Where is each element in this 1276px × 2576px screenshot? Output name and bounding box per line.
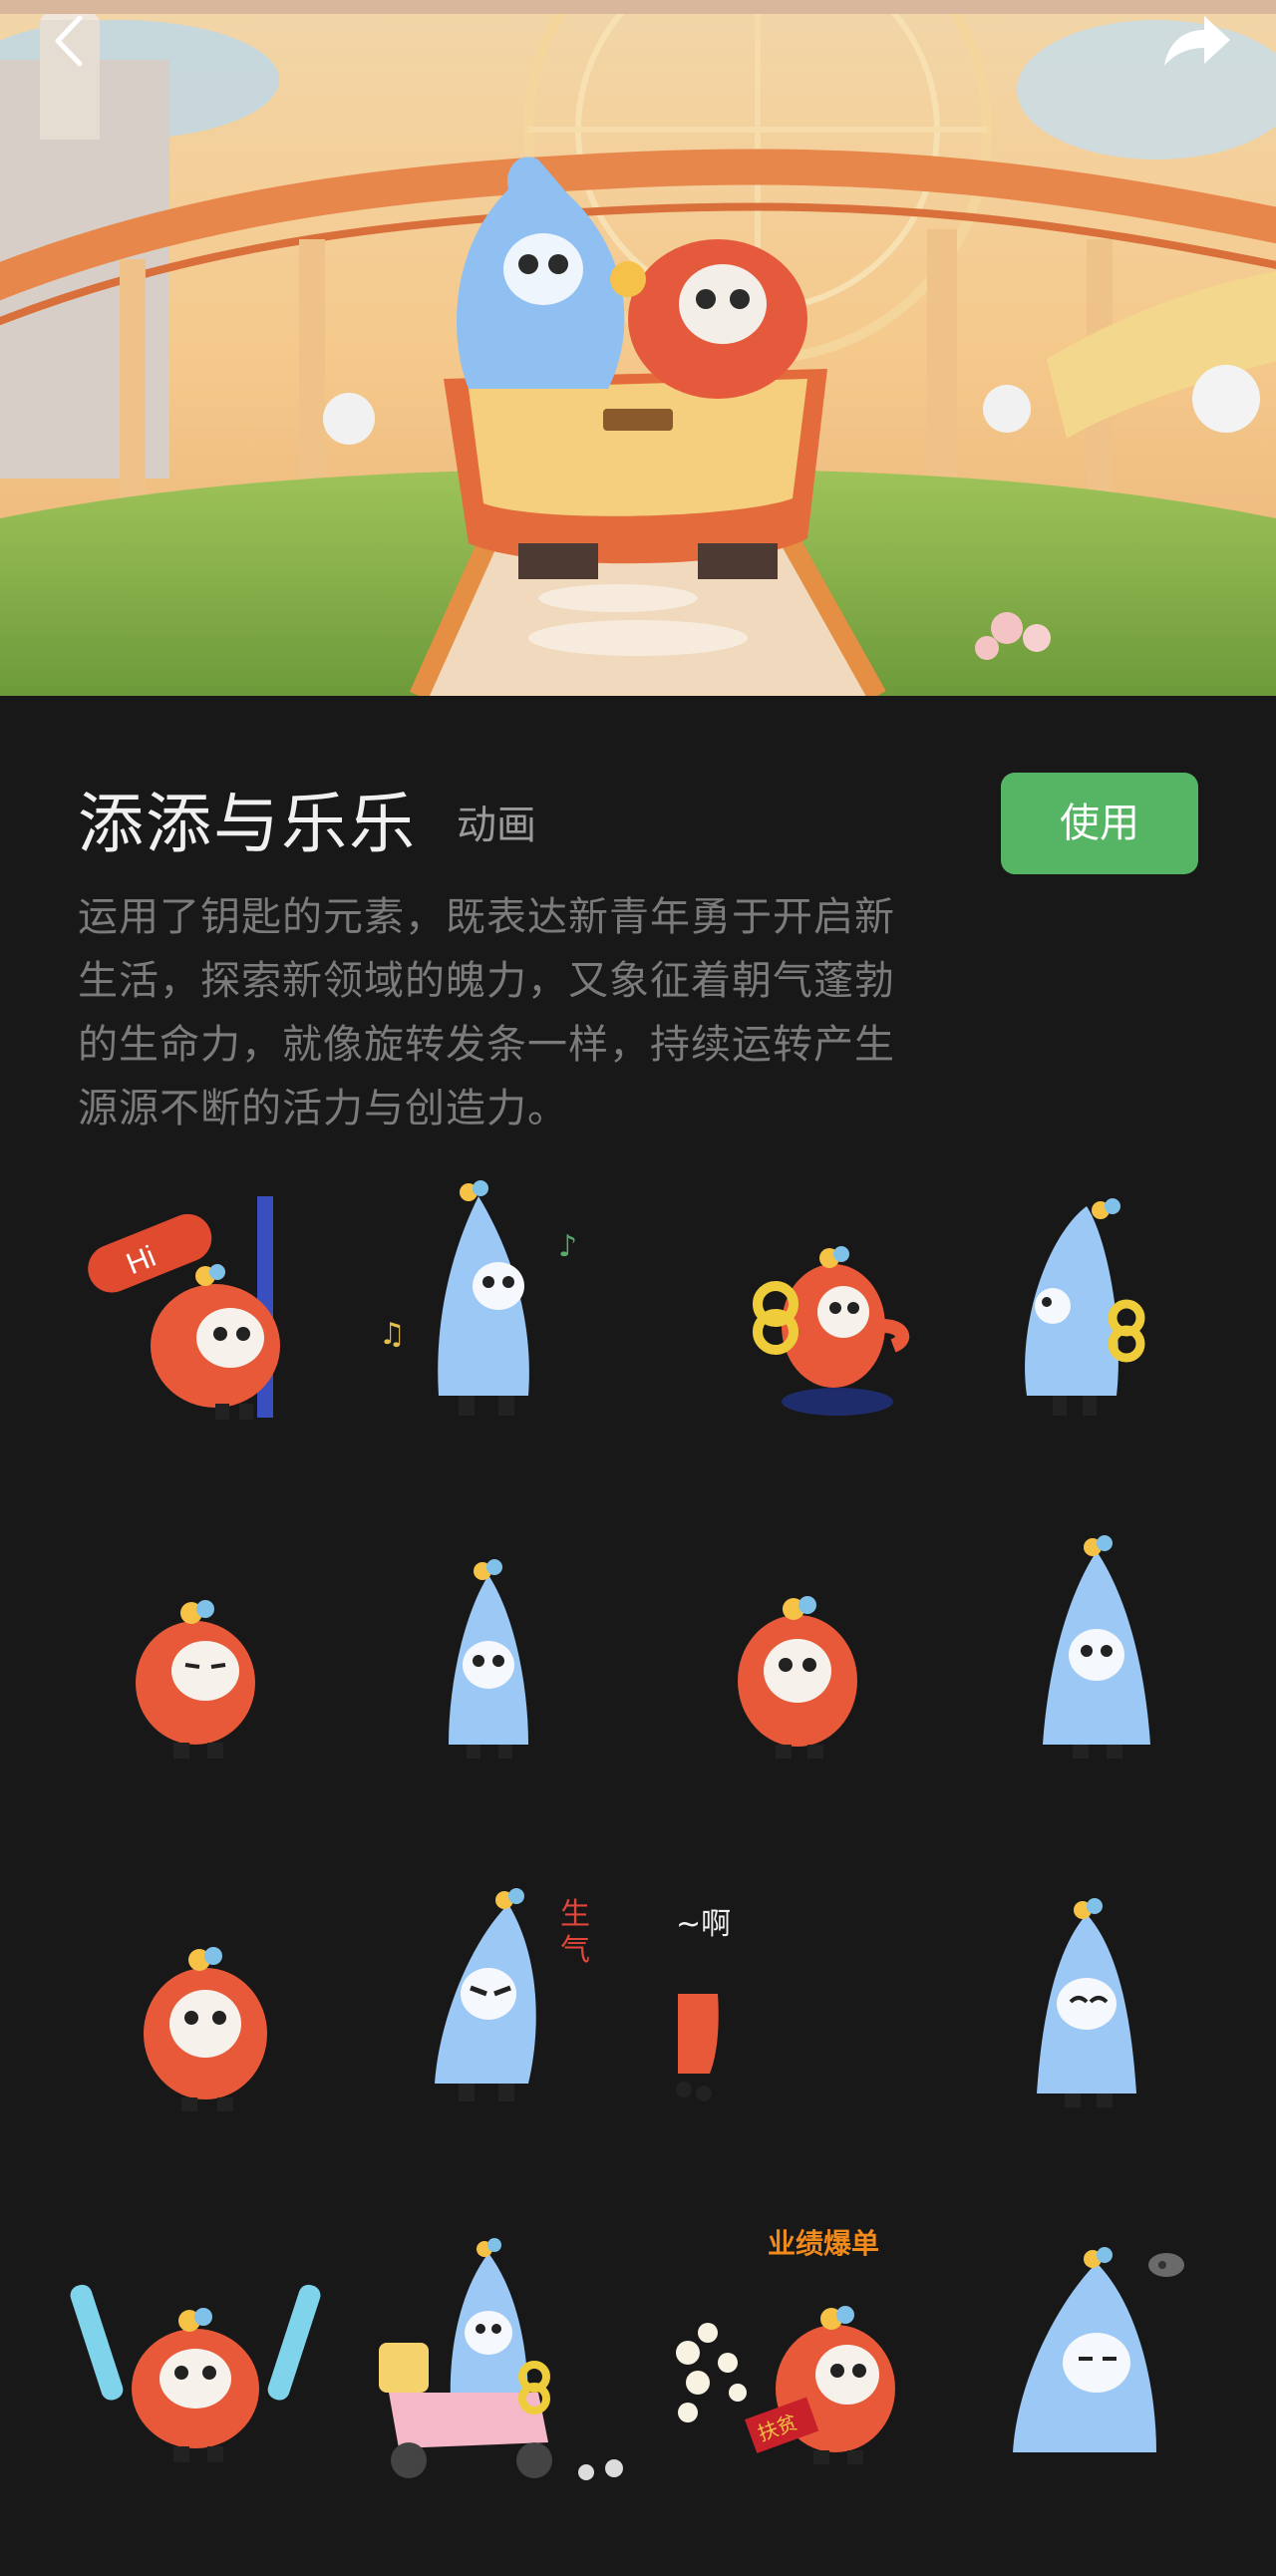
angry-text-1: 生 xyxy=(560,1897,590,1932)
sticker-blue-windup-back[interactable] xyxy=(977,1176,1276,1475)
sticker-red-cheer[interactable] xyxy=(46,2213,345,2512)
sticker-red-shout[interactable]: ~啊 xyxy=(658,1864,957,2163)
pack-description: 运用了钥匙的元素，既表达新青年勇于开启新生活，探索新领域的魄力，又象征着朝气蓬勃… xyxy=(78,894,895,1131)
sticker-blue-angry[interactable]: 生 气 xyxy=(339,1864,638,2163)
svg-text:♫: ♫ xyxy=(379,1317,406,1352)
banner-illustration xyxy=(0,0,1276,696)
sales-boom-text: 业绩爆单 xyxy=(768,2227,879,2260)
sticker-red-sales-boom[interactable]: 业绩爆单 扶贫 xyxy=(668,2213,967,2512)
pack-type-tag: 动画 xyxy=(457,803,536,848)
share-arrow-icon[interactable] xyxy=(1158,6,1236,72)
sticker-red-standing[interactable] xyxy=(648,1515,947,1814)
back-chevron-icon[interactable] xyxy=(40,8,96,74)
sticker-red-hi-peek[interactable]: Hi xyxy=(46,1176,345,1475)
status-strip xyxy=(0,0,1276,14)
sticker-blue-smile[interactable] xyxy=(937,1864,1236,2163)
sticker-blue-music[interactable]: ♫ ♪ xyxy=(339,1176,638,1475)
angry-text-2: 气 xyxy=(560,1933,590,1968)
sticker-grid: Hi ♫ ♪ 生 气 ~啊 业绩爆单 扶贫 xyxy=(0,1176,1276,2576)
svg-text:♪: ♪ xyxy=(558,1229,577,1264)
sticker-blue-scooter[interactable] xyxy=(339,2213,638,2512)
sticker-blue-sigh[interactable] xyxy=(957,2213,1256,2512)
roller-coaster-illustration xyxy=(0,0,1276,696)
pack-title: 添添与乐乐 xyxy=(78,786,417,862)
shout-text: ~啊 xyxy=(676,1907,731,1942)
sticker-red-squint[interactable] xyxy=(46,1515,345,1814)
sticker-red-plain[interactable] xyxy=(56,1864,355,2163)
sticker-blue-tall[interactable] xyxy=(947,1515,1246,1814)
sticker-blue-standing[interactable] xyxy=(339,1515,638,1814)
use-button[interactable]: 使用 xyxy=(1001,773,1198,874)
